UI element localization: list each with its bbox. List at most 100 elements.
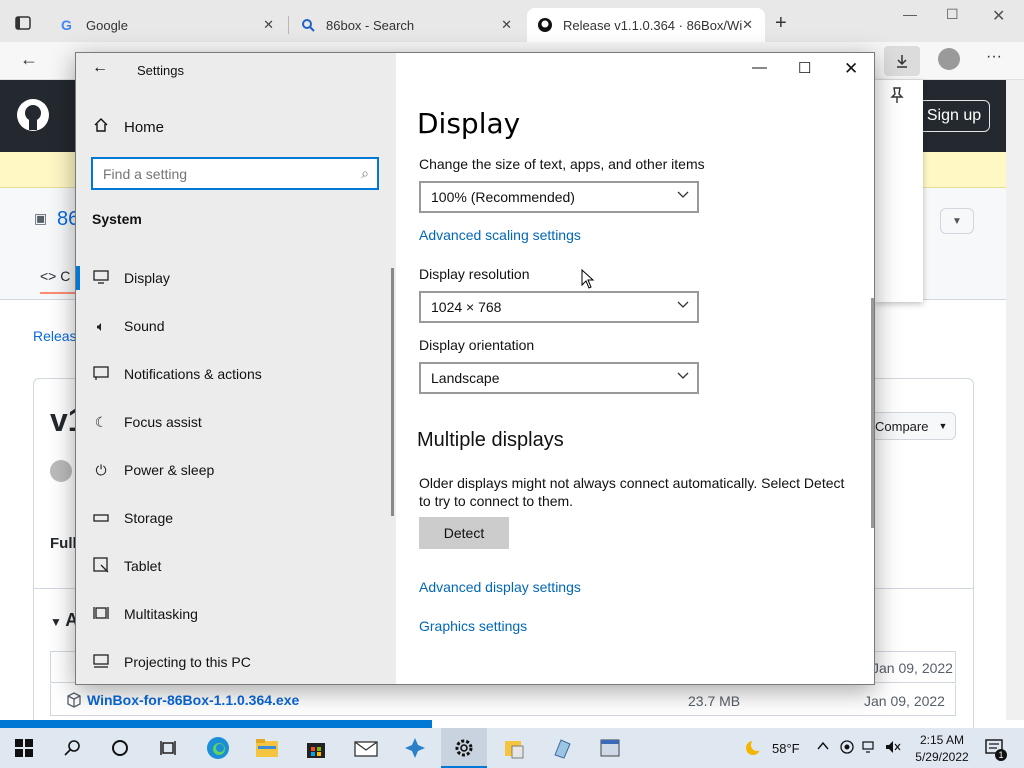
notification-count-badge: 1 <box>995 749 1007 761</box>
mail-icon[interactable] <box>352 734 380 762</box>
search-icon: ⌕ <box>361 165 369 181</box>
window-title: Settings <box>137 63 184 78</box>
nav-item-sound[interactable]: 🔈︎ Sound <box>76 304 392 348</box>
clock-time[interactable]: 2:15 AM <box>916 733 968 747</box>
notification-icon <box>92 365 110 383</box>
scale-label: Change the size of text, apps, and other… <box>419 156 705 172</box>
nav-label: Sound <box>124 318 165 334</box>
search-icon <box>300 17 316 33</box>
orientation-dropdown[interactable]: Landscape <box>419 362 699 394</box>
maximize-icon[interactable]: ☐ <box>798 59 811 77</box>
nav-scrollbar[interactable] <box>391 268 394 516</box>
nav-item-storage[interactable]: Storage <box>76 496 392 540</box>
home-link[interactable]: Home <box>92 117 164 137</box>
pin-icon[interactable] <box>888 86 906 108</box>
browser-close-icon[interactable]: ✕ <box>992 6 1005 26</box>
minimize-icon[interactable]: — <box>752 59 767 76</box>
search-box[interactable]: ⌕ <box>91 157 379 190</box>
nav-label: Focus assist <box>124 414 202 430</box>
nav-item-focus-assist[interactable]: ☾ Focus assist <box>76 400 392 444</box>
network-icon[interactable] <box>862 740 878 757</box>
folder-document-icon[interactable] <box>500 734 528 762</box>
close-tab-icon[interactable]: ✕ <box>742 17 753 33</box>
volume-muted-icon[interactable] <box>885 740 901 757</box>
nav-item-display[interactable]: Display <box>76 256 392 300</box>
tab-86box-search[interactable]: 86box - Search ✕ <box>290 8 524 42</box>
home-icon <box>92 117 110 137</box>
clock-date[interactable]: 5/29/2022 <box>913 750 971 764</box>
close-icon[interactable]: ✕ <box>844 59 858 79</box>
assets-header[interactable]: ▼ A <box>50 610 78 631</box>
full-changelog-label: Full <box>50 535 77 552</box>
chevron-up-icon[interactable] <box>817 740 829 755</box>
caret-down-icon: ▼ <box>50 615 66 629</box>
cortana-icon[interactable] <box>106 734 134 762</box>
power-icon: ⏻ <box>95 461 107 478</box>
asset-link[interactable]: WinBox-for-86Box-1.1.0.364.exe <box>87 692 299 708</box>
content-scrollbar[interactable] <box>871 298 874 528</box>
tab-divider <box>288 16 289 34</box>
windows-start-icon[interactable] <box>10 734 38 762</box>
weather-moon-icon[interactable] <box>740 734 768 762</box>
settings-window: ← Settings — ☐ ✕ Home ⌕ System Display 🔈… <box>75 52 875 685</box>
advanced-display-link[interactable]: Advanced display settings <box>419 579 581 595</box>
nav-item-tablet[interactable]: Tablet <box>76 544 392 588</box>
graphics-settings-link[interactable]: Graphics settings <box>419 618 527 634</box>
code-tab[interactable]: <> C <box>40 268 70 284</box>
location-icon[interactable] <box>840 740 854 757</box>
nav-item-power-sleep[interactable]: ⏻ Power & sleep <box>76 448 392 492</box>
speaker-icon: 🔈︎ <box>96 317 106 334</box>
search-input[interactable] <box>103 165 343 182</box>
profile-avatar[interactable] <box>938 48 960 70</box>
page-scrollbar[interactable] <box>1006 80 1024 720</box>
search-icon[interactable] <box>58 734 86 762</box>
86box-icon[interactable] <box>401 734 429 762</box>
close-tab-icon[interactable]: ✕ <box>501 17 512 33</box>
multiple-displays-text: Older displays might not always connect … <box>419 475 845 509</box>
nav-item-multitasking[interactable]: Multitasking <box>76 592 392 636</box>
page-load-progress <box>0 720 432 728</box>
github-logo-icon[interactable] <box>16 98 50 137</box>
svg-text:G: G <box>61 17 72 33</box>
chevron-down-icon <box>677 191 689 198</box>
repo-dropdown-button[interactable]: ▼ <box>940 208 974 234</box>
resolution-dropdown[interactable]: 1024 × 768 <box>419 291 699 323</box>
back-arrow-icon[interactable]: ← <box>92 59 108 77</box>
browser-minimize-icon[interactable]: — <box>903 6 917 22</box>
more-menu-icon[interactable]: ··· <box>986 48 1002 66</box>
close-tab-icon[interactable]: ✕ <box>263 17 274 33</box>
nav-item-notifications[interactable]: Notifications & actions <box>76 352 392 396</box>
advanced-scaling-link[interactable]: Advanced scaling settings <box>419 227 581 243</box>
multitasking-icon <box>92 605 110 624</box>
file-explorer-icon[interactable] <box>253 734 281 762</box>
tab-title: Release v1.1.0.364 · 86Box/WinBo <box>563 17 743 33</box>
task-view-icon[interactable] <box>154 734 182 762</box>
app-icon[interactable] <box>548 734 576 762</box>
store-icon[interactable] <box>302 734 330 762</box>
app-window-icon[interactable] <box>596 734 624 762</box>
code-icon: <> <box>40 268 61 284</box>
edge-icon[interactable] <box>204 734 232 762</box>
repo-icon: ▣ <box>34 210 48 226</box>
tab-actions-icon[interactable] <box>14 14 32 32</box>
new-tab-icon[interactable]: + <box>775 12 787 35</box>
author-avatar[interactable] <box>50 460 72 482</box>
downloads-icon[interactable] <box>884 46 920 76</box>
active-indicator <box>76 266 80 290</box>
tab-release[interactable]: Release v1.1.0.364 · 86Box/WinBo ✕ <box>527 8 765 42</box>
compare-label: Compare <box>875 418 929 434</box>
home-label: Home <box>124 118 165 136</box>
nav-item-projecting[interactable]: Projecting to this PC <box>76 640 392 684</box>
scale-value: 100% (Recommended) <box>431 189 575 205</box>
weather-temperature[interactable]: 58°F <box>772 741 800 756</box>
back-arrow-icon[interactable]: ← <box>20 49 38 70</box>
browser-maximize-icon[interactable]: ☐ <box>946 6 959 23</box>
sign-up-button[interactable]: Sign up <box>918 100 990 132</box>
scale-dropdown[interactable]: 100% (Recommended) <box>419 181 699 213</box>
nav-label: Projecting to this PC <box>124 654 251 670</box>
tab-google[interactable]: G Google ✕ <box>50 8 286 42</box>
storage-icon <box>92 510 110 526</box>
mouse-cursor-icon <box>581 268 595 294</box>
detect-button[interactable]: Detect <box>419 517 509 549</box>
settings-gear-icon[interactable] <box>450 734 478 762</box>
